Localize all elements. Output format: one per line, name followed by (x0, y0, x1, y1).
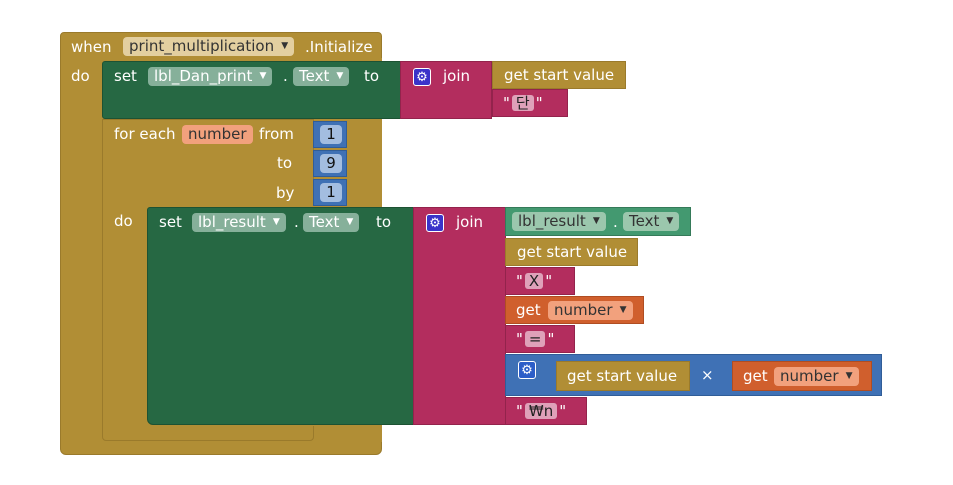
component-dropdown-lbl-result[interactable]: lbl_result ▼ (512, 212, 606, 231)
join-label: join (456, 213, 484, 231)
text-string: " = " (516, 330, 555, 348)
number-block-to[interactable]: 9 (313, 150, 347, 177)
event-name-label: .Initialize (305, 38, 373, 56)
property-dropdown-text[interactable]: Text ▼ (303, 213, 360, 232)
get-label: get (743, 367, 768, 385)
chevron-down-icon: ▼ (259, 71, 267, 81)
property-dropdown-text[interactable]: Text ▼ (623, 212, 680, 231)
chevron-down-icon: ▼ (619, 305, 627, 315)
set-label: set (114, 67, 137, 85)
chevron-down-icon: ▼ (272, 217, 280, 227)
multiply-operator: × (701, 366, 714, 384)
to-label: to (376, 213, 392, 231)
get-start-value-label: get start value (504, 66, 615, 84)
number-block-by[interactable]: 1 (313, 179, 347, 206)
text-block-equals[interactable]: " = " (505, 325, 575, 353)
chevron-down-icon: ▼ (346, 217, 354, 227)
by-label: by (276, 184, 295, 202)
set-block-lbl-result[interactable]: set lbl_result ▼ . Text ▼ to (147, 207, 415, 425)
gear-icon[interactable]: ⚙ (426, 214, 444, 232)
gear-icon[interactable]: ⚙ (518, 361, 536, 379)
text-string: " X " (516, 272, 553, 290)
do-label: do (114, 212, 133, 230)
property-getter-lbl-result[interactable]: lbl_result ▼ . Text ▼ (505, 207, 691, 236)
for-each-label: for each (114, 125, 176, 143)
set-label: set (159, 213, 182, 231)
to-label: to (364, 67, 380, 85)
get-number-block[interactable]: get number ▼ (505, 296, 644, 324)
from-label: from (259, 125, 294, 143)
number-field[interactable]: 1 (320, 125, 342, 144)
dot-label: . (613, 213, 618, 231)
number-field[interactable]: 1 (320, 183, 342, 202)
text-block-dan[interactable]: " 단 " (492, 89, 568, 117)
do-label: do (71, 67, 90, 85)
chevron-down-icon: ▼ (336, 71, 344, 81)
when-label: when (71, 38, 112, 56)
get-start-value-block[interactable]: get start value (556, 361, 690, 391)
join-block-2[interactable]: ⚙ join (413, 207, 506, 425)
join-block-1[interactable]: ⚙ join (400, 61, 492, 119)
component-dropdown-print-multiplication[interactable]: print_multiplication ▼ (123, 37, 295, 56)
text-string: " 단 " (503, 94, 543, 112)
set-block-dan-print[interactable]: set lbl_Dan_print ▼ . Text ▼ to (102, 61, 404, 119)
loop-variable-number[interactable]: number (182, 125, 253, 144)
get-number-block[interactable]: get number ▼ (732, 361, 872, 391)
chevron-down-icon: ▼ (281, 41, 289, 51)
text-string: " ₩n " (516, 402, 567, 420)
component-dropdown-lbl-dan-print[interactable]: lbl_Dan_print ▼ (148, 67, 273, 86)
chevron-down-icon: ▼ (666, 216, 674, 226)
property-dropdown-text[interactable]: Text ▼ (293, 67, 350, 86)
join-label: join (443, 67, 471, 85)
to-label: to (277, 154, 293, 172)
dot-label: . (283, 67, 288, 85)
chevron-down-icon: ▼ (592, 216, 600, 226)
get-label: get (516, 301, 541, 319)
get-start-value-label: get start value (517, 243, 628, 261)
variable-dropdown-number[interactable]: number ▼ (548, 301, 633, 320)
text-block-x[interactable]: " X " (505, 267, 575, 295)
get-start-value-block[interactable]: get start value (492, 61, 626, 89)
number-field[interactable]: 9 (320, 154, 342, 173)
chevron-down-icon: ▼ (845, 371, 853, 381)
component-dropdown-lbl-result[interactable]: lbl_result ▼ (192, 213, 286, 232)
text-block-newline[interactable]: " ₩n " (505, 397, 587, 425)
multiply-block[interactable]: ⚙ get start value × get number ▼ (505, 354, 882, 396)
get-start-value-label: get start value (567, 367, 678, 385)
variable-dropdown-number[interactable]: number ▼ (774, 367, 859, 386)
get-start-value-block[interactable]: get start value (505, 238, 638, 266)
number-block-from[interactable]: 1 (313, 121, 347, 148)
dot-label: . (294, 213, 299, 231)
gear-icon[interactable]: ⚙ (413, 68, 431, 86)
